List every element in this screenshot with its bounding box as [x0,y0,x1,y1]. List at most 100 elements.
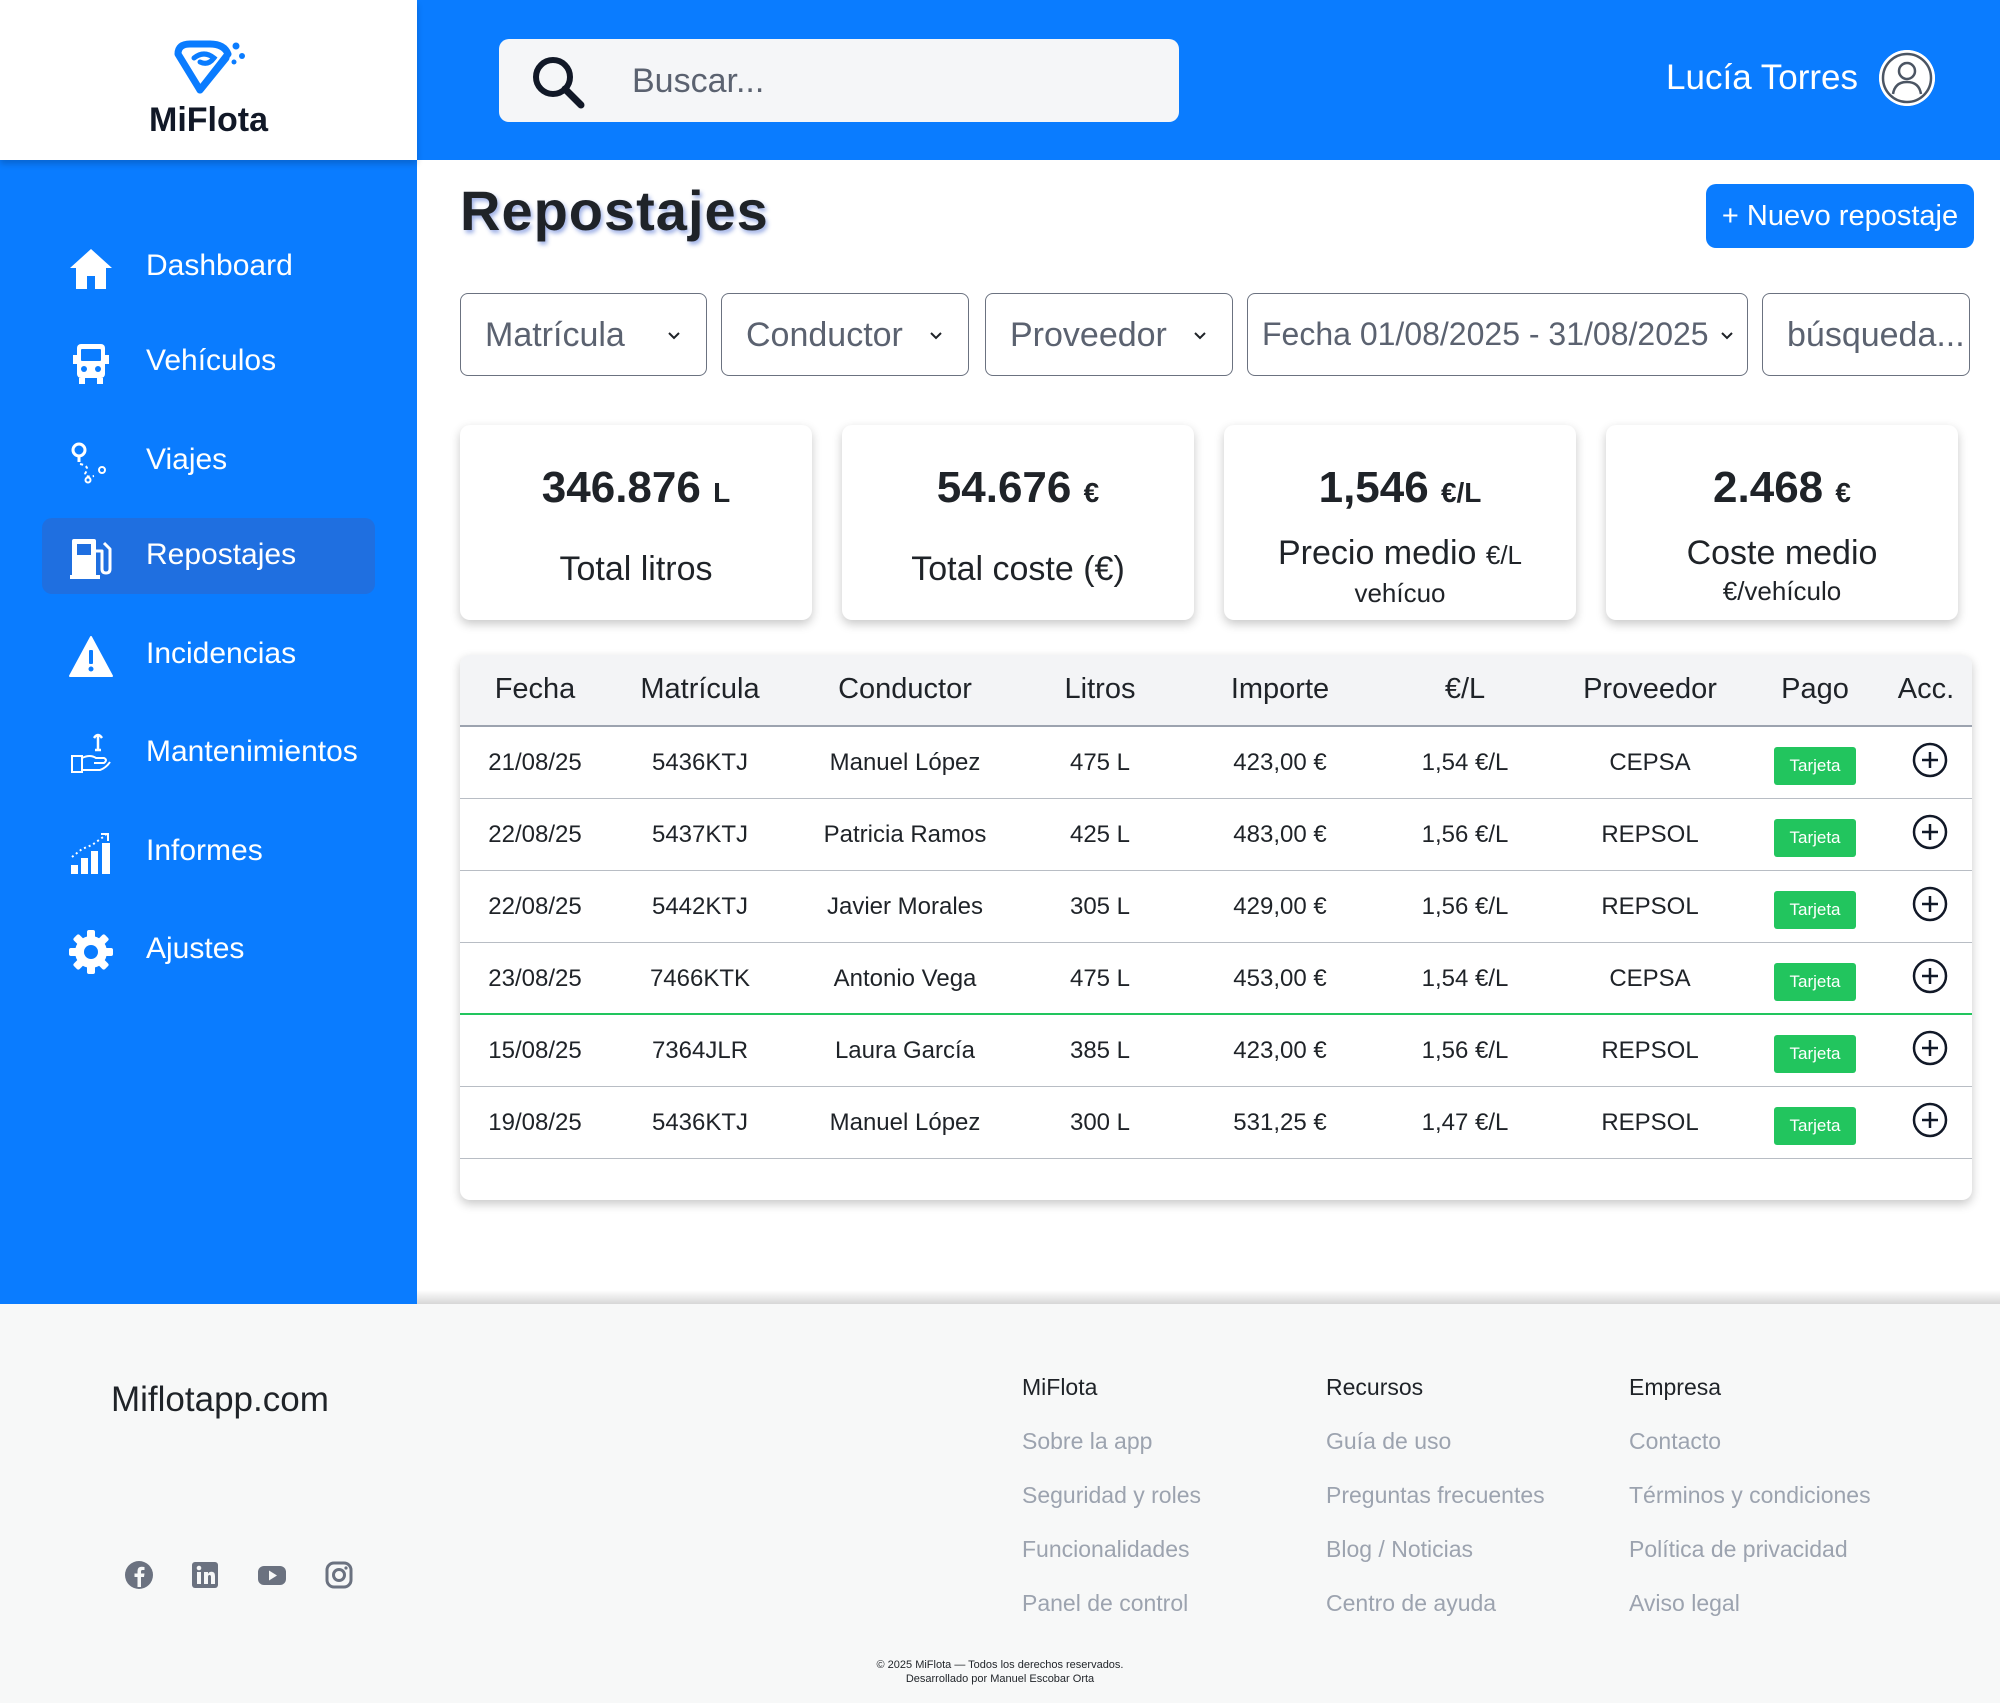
filter-proveedor[interactable]: Proveedor [985,293,1233,376]
summary-value: 346.876 L [541,463,731,512]
filter-busqueda[interactable]: búsqueda... [1762,293,1970,376]
sidebar: Dashboard Vehículos Viajes Repostajes In… [0,160,417,1304]
search-input[interactable] [632,53,1152,109]
summary-value: 2.468 € [1713,463,1851,512]
top-bar: Lucía Torres [417,0,2000,160]
cell-matricula: 5437KTJ [651,821,749,848]
new-refuel-button[interactable]: + Nuevo repostaje [1706,184,1974,248]
cell-importe: 423,00 € [1233,1037,1327,1064]
cell-conductor: Manuel López [829,1109,981,1136]
payment-badge: Tarjeta [1774,819,1856,857]
add-circle-icon[interactable] [1910,956,1950,996]
cell-matricula: 5442KTJ [651,893,749,920]
column-header-matricula[interactable]: Matrícula [610,673,790,706]
footer-link[interactable]: Términos y condiciones [1629,1482,1871,1509]
footer-link[interactable]: Sobre la app [1022,1428,1152,1455]
footer-link[interactable]: Preguntas frecuentes [1326,1482,1545,1509]
app-name: MiFlota [149,101,268,139]
sidebar-item-incidencias[interactable]: Incidencias [42,617,375,693]
user-avatar-icon[interactable] [1879,50,1935,106]
column-header-proveedor[interactable]: Proveedor [1550,673,1750,706]
filter-label: Matrícula [485,316,625,354]
table-row[interactable]: 23/08/25 7466KTK Antonio Vega 475 L 453,00 €… [460,943,1972,1015]
cell-proveedor: CEPSA [1609,749,1691,776]
filter-label: Conductor [746,316,903,354]
cell-importe: 483,00 € [1233,821,1327,848]
youtube-icon[interactable] [256,1559,288,1591]
chevron-down-icon [1194,332,1206,340]
instagram-icon[interactable] [323,1559,355,1591]
table-row[interactable]: 21/08/25 5436KTJ Manuel López 475 L 423,00 €… [460,727,1972,799]
footer-brand[interactable]: Miflotapp.com [111,1380,329,1420]
sidebar-item-label: Incidencias [146,637,297,670]
table-row[interactable]: 19/08/25 5436KTJ Manuel López 300 L 531,25 €… [460,1087,1972,1159]
column-header-fecha[interactable]: Fecha [460,673,610,706]
column-header-litros[interactable]: Litros [1020,673,1180,706]
footer: Miflotapp.com MiFlota Sobre la app Segur… [0,1304,2000,1703]
filter-matricula[interactable]: Matrícula [460,293,707,376]
footer-link[interactable]: Aviso legal [1629,1590,1740,1617]
cell-litros: 300 L [1069,1109,1131,1136]
footer-link[interactable]: Panel de control [1022,1590,1188,1617]
add-circle-icon[interactable] [1910,812,1950,852]
column-header-importe[interactable]: Importe [1180,673,1380,706]
summary-card-coste-medio: 2.468 € Coste medio €/vehículo [1606,425,1958,620]
sidebar-item-informes[interactable]: Informes [42,814,375,890]
add-circle-icon[interactable] [1910,740,1950,780]
cell-matricula: 7364JLR [651,1037,749,1064]
column-header-pago[interactable]: Pago [1750,673,1880,706]
logo-area[interactable]: MiFlota [0,0,417,160]
footer-link[interactable]: Seguridad y roles [1022,1482,1201,1509]
sidebar-item-viajes[interactable]: Viajes [42,423,375,499]
sidebar-item-repostajes[interactable]: Repostajes [42,518,375,594]
table-row[interactable]: 22/08/25 5437KTJ Patricia Ramos 425 L 483,00… [460,799,1972,871]
footer-link[interactable]: Política de privacidad [1629,1536,1848,1563]
cell-proveedor: REPSOL [1601,1109,1699,1136]
add-circle-icon[interactable] [1910,1028,1950,1068]
cell-proveedor: CEPSA [1609,965,1691,992]
cell-proveedor: REPSOL [1601,1037,1699,1064]
footer-link[interactable]: Blog / Noticias [1326,1536,1473,1563]
route-icon [71,442,106,484]
linkedin-icon[interactable] [189,1559,221,1591]
cell-litros: 385 L [1069,1037,1131,1064]
cell-fecha: 22/08/25 [488,821,582,848]
miflota-logo-icon [174,40,245,94]
search-box[interactable] [499,39,1179,122]
sidebar-item-dashboard[interactable]: Dashboard [42,229,375,305]
footer-link[interactable]: Funcionalidades [1022,1536,1190,1563]
sidebar-item-vehiculos[interactable]: Vehículos [42,324,375,400]
sidebar-item-label: Mantenimientos [146,735,358,768]
filter-fecha[interactable]: Fecha 01/08/2025 - 31/08/2025 [1247,293,1748,376]
warning-icon [69,636,113,677]
bar-chart-icon [71,833,110,874]
chevron-down-icon [668,332,680,340]
footer-link[interactable]: Centro de ayuda [1326,1590,1496,1617]
user-name[interactable]: Lucía Torres [1666,58,1858,98]
facebook-icon[interactable] [123,1559,155,1591]
footer-column-title: MiFlota [1022,1374,1098,1400]
cell-conductor: Javier Morales [826,893,984,920]
table-row[interactable]: 15/08/25 7364JLR Laura García 385 L 423,00 €… [460,1015,1972,1087]
column-header-conductor[interactable]: Conductor [790,673,1020,706]
cell-precio: 1,54 €/L [1421,965,1509,992]
table-row[interactable]: 22/08/25 5442KTJ Javier Morales 305 L 429,00… [460,871,1972,943]
cell-litros: 305 L [1069,893,1131,920]
add-circle-icon[interactable] [1910,1100,1950,1140]
cell-precio: 1,56 €/L [1421,821,1509,848]
home-icon [70,249,112,289]
search-icon[interactable] [529,53,587,111]
column-header-precio[interactable]: €/L [1380,673,1550,706]
cell-fecha: 23/08/25 [488,965,582,992]
footer-link[interactable]: Contacto [1629,1428,1721,1455]
sidebar-item-ajustes[interactable]: Ajustes [42,912,375,988]
sidebar-item-mantenimientos[interactable]: Mantenimientos [42,715,375,791]
add-circle-icon[interactable] [1910,884,1950,924]
cell-importe: 423,00 € [1233,749,1327,776]
chevron-down-icon [930,332,942,340]
filter-conductor[interactable]: Conductor [721,293,969,376]
column-header-acciones: Acc. [1897,673,1955,705]
cell-conductor: Antonio Vega [833,965,977,992]
footer-link[interactable]: Guía de uso [1326,1428,1451,1455]
cell-precio: 1,56 €/L [1421,893,1509,920]
